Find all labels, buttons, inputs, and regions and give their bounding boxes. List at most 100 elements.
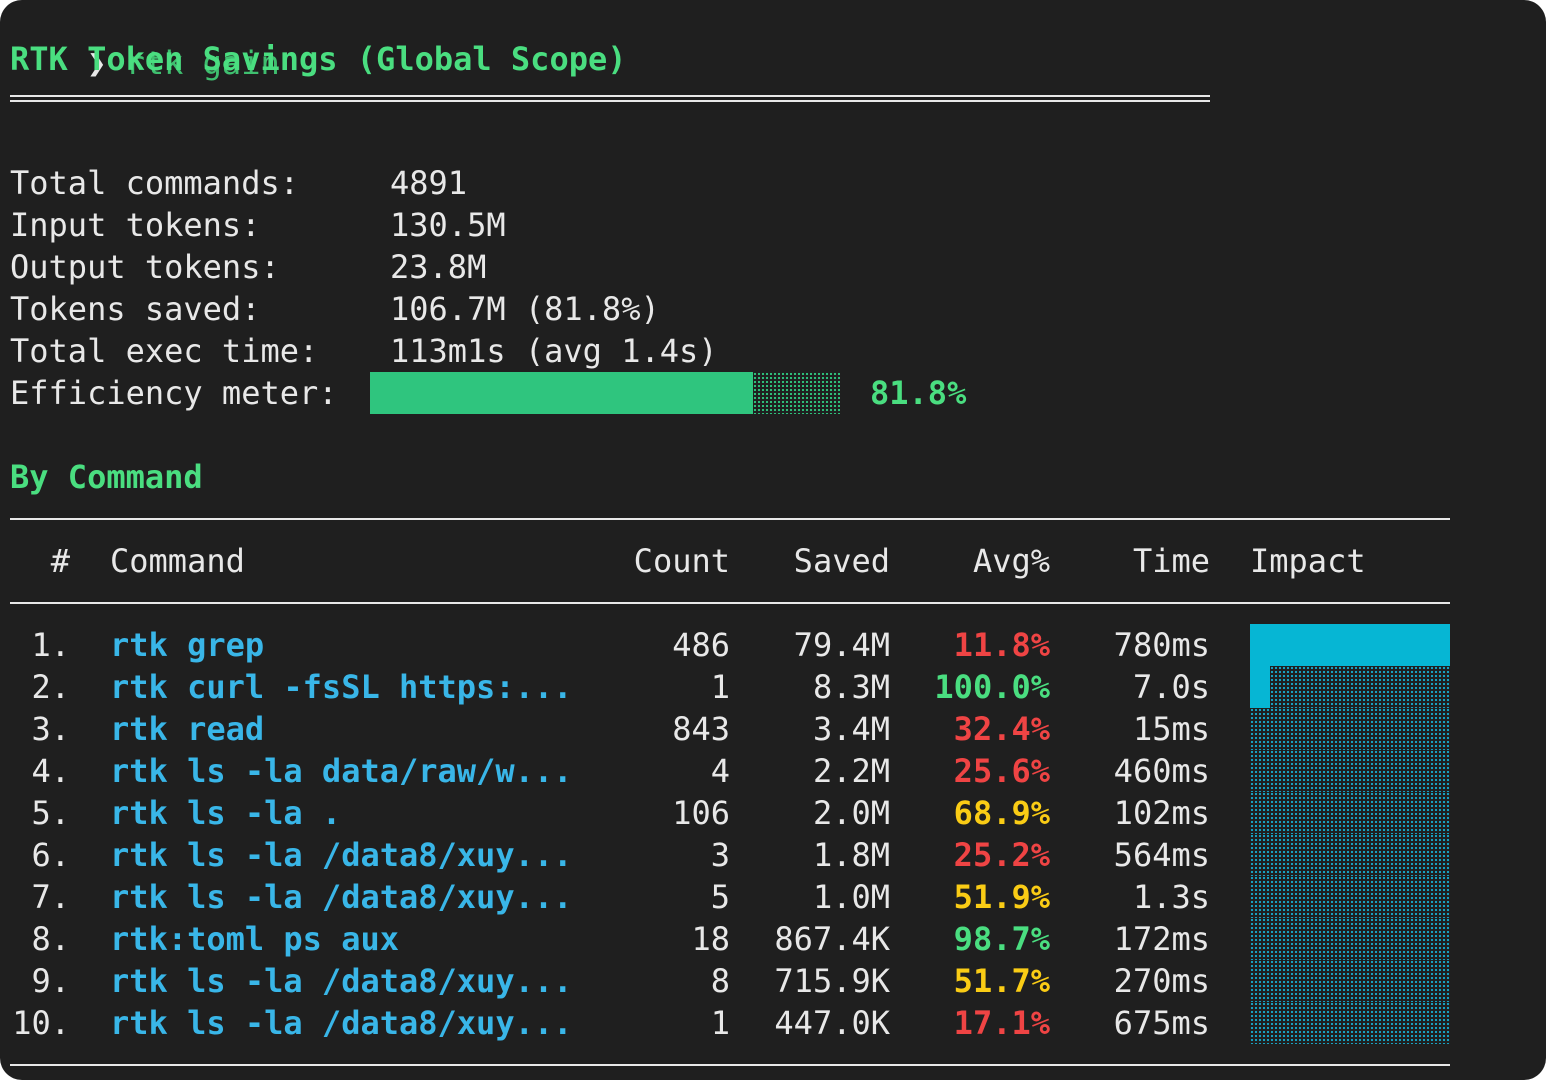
- row-count: 4: [710, 752, 730, 790]
- row-avg: 51.9%: [953, 878, 1050, 916]
- impact-bar: [1250, 666, 1270, 708]
- row-time: 102ms: [1113, 794, 1210, 832]
- row-command: rtk:toml ps aux: [110, 920, 399, 958]
- row-command: rtk ls -la /data8/xuy...: [110, 878, 573, 916]
- row-count: 843: [672, 710, 730, 748]
- row-num: 2.: [31, 668, 70, 706]
- row-count: 8: [710, 962, 730, 1000]
- row-avg: 17.1%: [953, 1004, 1050, 1042]
- row-time: 172ms: [1113, 920, 1210, 958]
- row-saved: 2.2M: [812, 752, 890, 790]
- row-count: 3: [710, 836, 730, 874]
- efficiency-percent: 81.8%: [870, 374, 967, 412]
- row-num: 3.: [31, 710, 70, 748]
- row-avg: 25.6%: [953, 752, 1050, 790]
- efficiency-meter-fill: [370, 372, 753, 414]
- row-command: rtk grep: [110, 626, 265, 664]
- impact-remainder: [1250, 876, 1450, 918]
- row-time: 1.3s: [1132, 878, 1210, 916]
- row-num: 5.: [31, 794, 70, 832]
- row-time: 15ms: [1132, 710, 1210, 748]
- table-rule-top: [10, 518, 1450, 520]
- summary-label: Tokens saved:: [10, 290, 261, 328]
- row-command: rtk curl -fsSL https:...: [110, 668, 573, 706]
- impact-remainder: [1250, 792, 1450, 834]
- row-num: 4.: [31, 752, 70, 790]
- section-title: By Command: [10, 458, 203, 496]
- row-num: 7.: [31, 878, 70, 916]
- efficiency-meter-remainder: [753, 372, 840, 414]
- row-time: 780ms: [1113, 626, 1210, 664]
- impact-remainder: [1270, 666, 1450, 708]
- row-saved: 1.8M: [812, 836, 890, 874]
- row-command: rtk ls -la /data8/xuy...: [110, 962, 573, 1000]
- table-rule-bottom: [10, 1064, 1450, 1066]
- summary-label: Input tokens:: [10, 206, 261, 244]
- row-avg: 68.9%: [953, 794, 1050, 832]
- summary-value: 106.7M (81.8%): [390, 290, 660, 328]
- summary-value: 113m1s (avg 1.4s): [390, 332, 718, 370]
- row-saved: 1.0M: [812, 878, 890, 916]
- impact-remainder: [1250, 918, 1450, 960]
- row-saved: 3.4M: [812, 710, 890, 748]
- row-command: rtk ls -la /data8/xuy...: [110, 836, 573, 874]
- row-num: 8.: [31, 920, 70, 958]
- row-saved: 867.4K: [774, 920, 890, 958]
- header-num: #: [50, 542, 70, 580]
- impact-remainder: [1250, 834, 1450, 876]
- row-avg: 100.0%: [934, 668, 1050, 706]
- header-saved: Saved: [793, 542, 890, 580]
- row-command: rtk ls -la /data8/xuy...: [110, 1004, 573, 1042]
- summary-label: Total exec time:: [10, 332, 319, 370]
- row-time: 460ms: [1113, 752, 1210, 790]
- row-count: 486: [672, 626, 730, 664]
- row-avg: 32.4%: [953, 710, 1050, 748]
- report-title: RTK Token Savings (Global Scope): [10, 40, 627, 78]
- efficiency-label: Efficiency meter:: [10, 374, 338, 412]
- header-command: Command: [110, 542, 245, 580]
- terminal-window[interactable]: ❯ rtk gain RTK Token Savings (Global Sco…: [0, 0, 1546, 1080]
- row-num: 10.: [12, 1004, 70, 1042]
- table-rule-middle: [10, 602, 1450, 604]
- row-time: 564ms: [1113, 836, 1210, 874]
- row-saved: 79.4M: [793, 626, 890, 664]
- impact-remainder: [1250, 750, 1450, 792]
- row-command: rtk ls -la data/raw/w...: [110, 752, 573, 790]
- row-command: rtk ls -la .: [110, 794, 342, 832]
- row-saved: 2.0M: [812, 794, 890, 832]
- row-num: 9.: [31, 962, 70, 1000]
- row-time: 7.0s: [1132, 668, 1210, 706]
- row-saved: 447.0K: [774, 1004, 890, 1042]
- row-num: 6.: [31, 836, 70, 874]
- header-time: Time: [1132, 542, 1210, 580]
- header-count: Count: [633, 542, 730, 580]
- row-saved: 8.3M: [812, 668, 890, 706]
- title-double-rule-bottom: [10, 100, 1210, 102]
- impact-remainder: [1250, 960, 1450, 1002]
- row-num: 1.: [31, 626, 70, 664]
- summary-value: 23.8M: [390, 248, 487, 286]
- row-count: 106: [672, 794, 730, 832]
- summary-value: 4891: [390, 164, 468, 202]
- summary-label: Total commands:: [10, 164, 299, 202]
- row-count: 1: [710, 1004, 730, 1042]
- header-avg: Avg%: [972, 542, 1050, 580]
- summary-label: Output tokens:: [10, 248, 280, 286]
- summary-value: 130.5M: [390, 206, 506, 244]
- row-command: rtk read: [110, 710, 265, 748]
- row-time: 675ms: [1113, 1004, 1210, 1042]
- title-double-rule-top: [10, 95, 1210, 97]
- impact-remainder: [1250, 708, 1450, 750]
- row-count: 1: [710, 668, 730, 706]
- impact-bar: [1250, 624, 1450, 666]
- row-saved: 715.9K: [774, 962, 890, 1000]
- row-avg: 11.8%: [953, 626, 1050, 664]
- row-avg: 51.7%: [953, 962, 1050, 1000]
- header-impact: Impact: [1250, 542, 1366, 580]
- row-time: 270ms: [1113, 962, 1210, 1000]
- row-avg: 25.2%: [953, 836, 1050, 874]
- impact-remainder: [1250, 1002, 1450, 1044]
- row-avg: 98.7%: [953, 920, 1050, 958]
- row-count: 5: [710, 878, 730, 916]
- row-count: 18: [691, 920, 730, 958]
